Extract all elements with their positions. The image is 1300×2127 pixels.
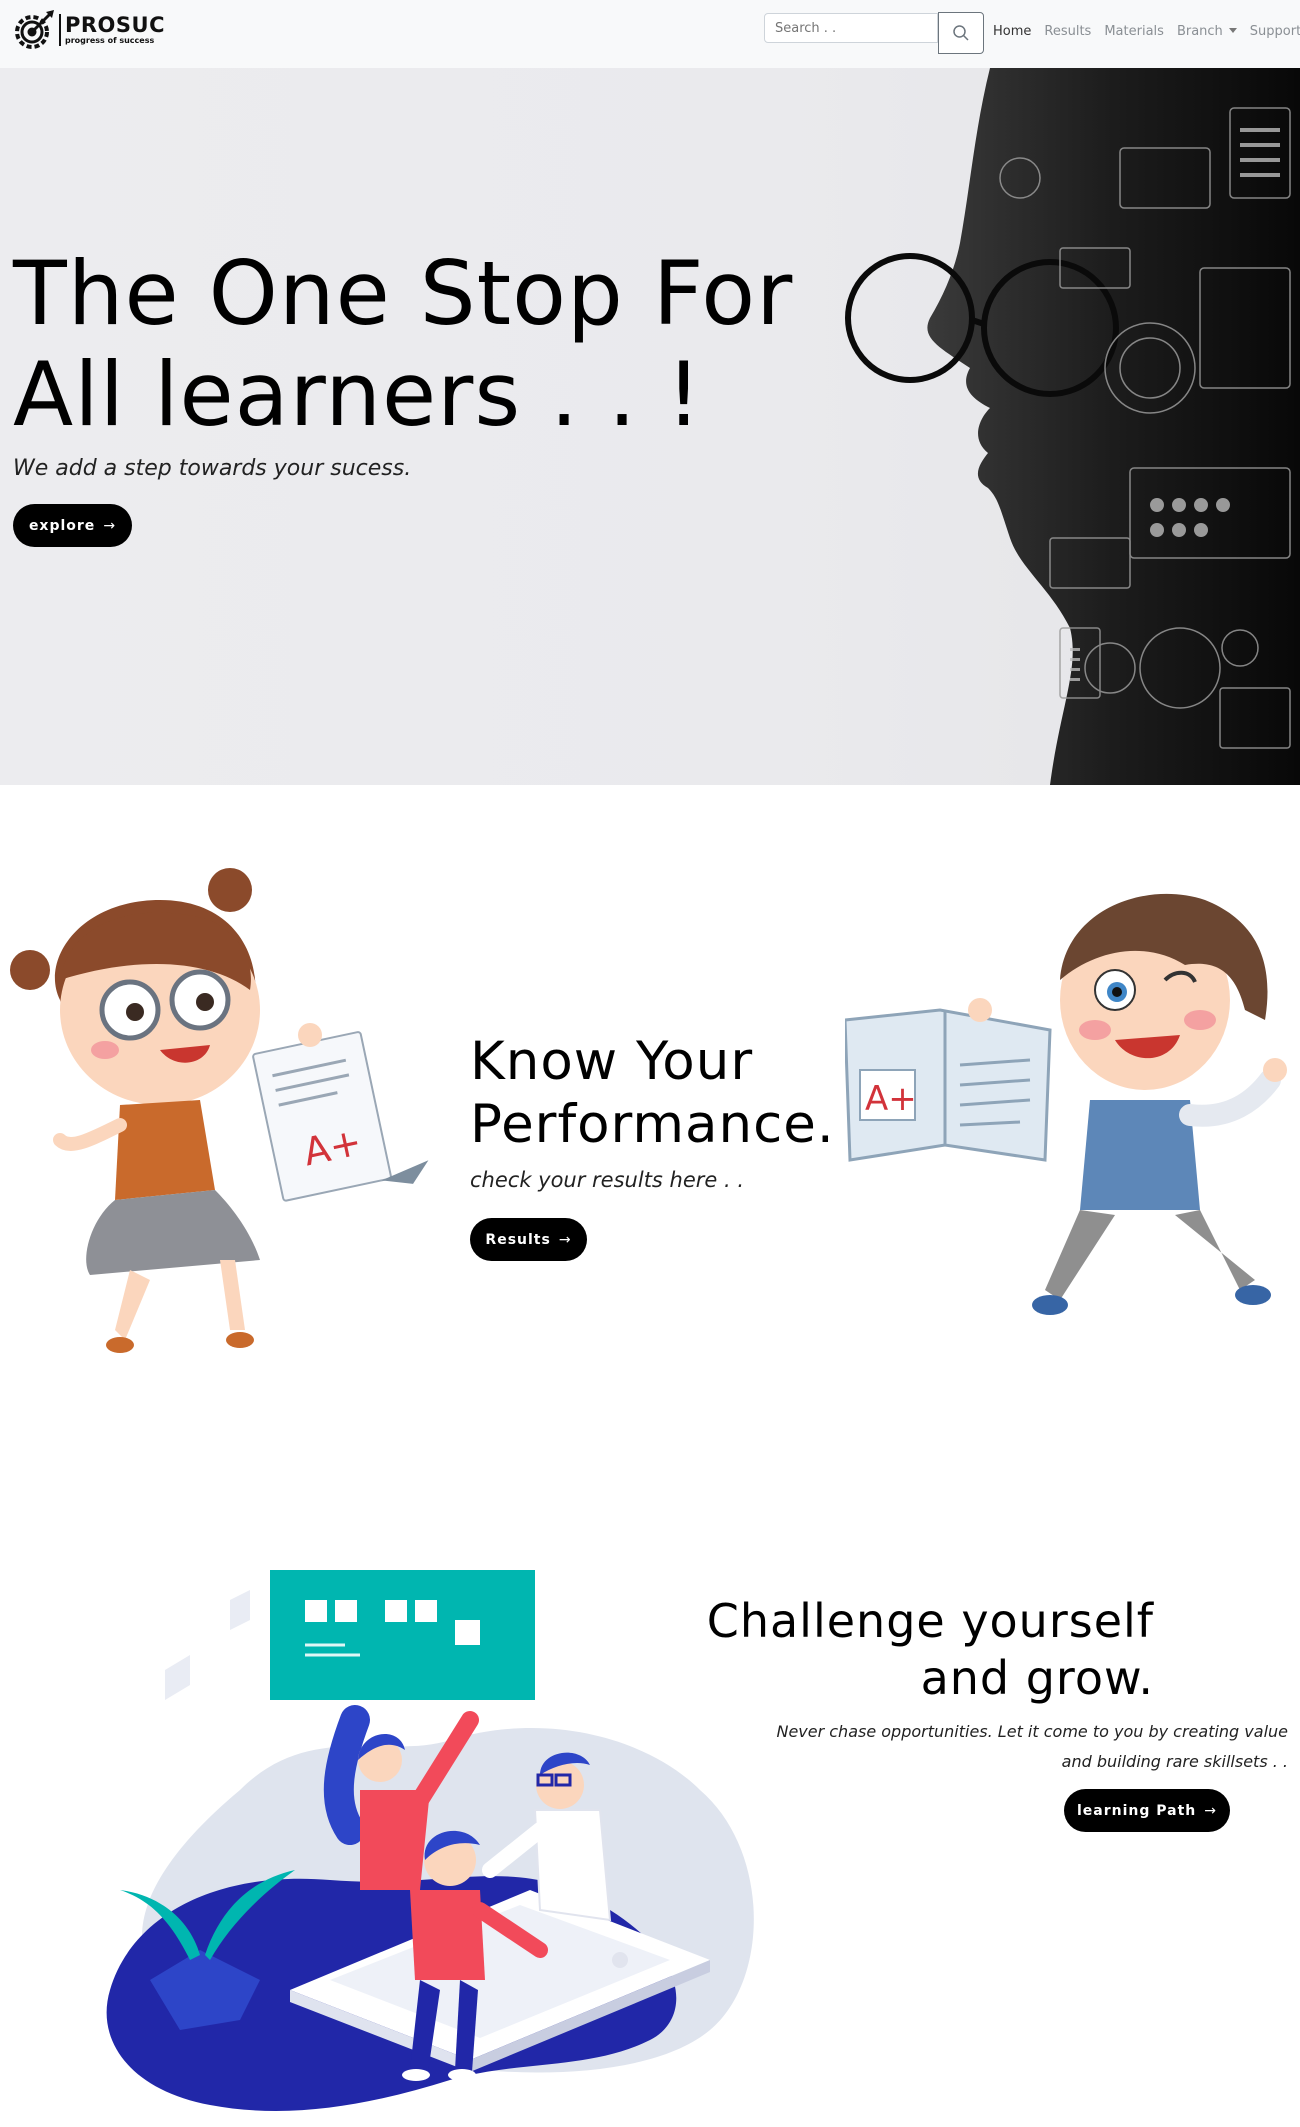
performance-subtitle: check your results here . . — [470, 1168, 745, 1192]
arrow-right-icon: → — [1204, 1802, 1217, 1819]
challenge-subtitle-line2: and building rare skillsets . . — [1061, 1752, 1288, 1771]
performance-title-line2: Performance. — [470, 1094, 835, 1155]
arrow-right-icon: → — [103, 517, 117, 534]
book-grade-text: A+ — [865, 1079, 917, 1119]
caret-down-icon — [1228, 28, 1237, 33]
performance-title-line1: Know Your — [470, 1031, 754, 1092]
results-button[interactable]: Results → — [470, 1218, 587, 1261]
explore-button[interactable]: explore → — [13, 504, 132, 547]
boy-with-book-illustration: A+ — [845, 893, 1287, 1315]
hero-title-line1: The One Stop For — [13, 242, 794, 345]
search-form — [764, 12, 984, 54]
hero-section: The One Stop For All learners . . ! We ad… — [0, 68, 1300, 785]
challenge-subtitle-line1: Never chase opportunities. Let it come t… — [776, 1722, 1288, 1741]
girl-with-paper-illustration: A+ — [10, 868, 429, 1353]
brand-logo[interactable]: PROSUC progress of success — [12, 8, 165, 52]
navbar: PROSUC progress of success Home Results … — [0, 0, 1300, 68]
search-icon — [953, 25, 969, 41]
challenge-title: Challenge yourself and grow. — [707, 1593, 1154, 1707]
arrow-right-icon: → — [558, 1231, 572, 1248]
target-gear-icon — [15, 10, 54, 49]
nav-materials[interactable]: Materials — [1104, 24, 1164, 39]
hero-title-line2: All learners . . ! — [13, 343, 703, 446]
challenge-subtitle: Never chase opportunities. Let it come t… — [748, 1717, 1288, 1777]
nav-branch-label: Branch — [1176, 24, 1223, 39]
nav-branch-dropdown[interactable]: Branch — [1177, 24, 1237, 39]
nav-results[interactable]: Results — [1044, 24, 1091, 39]
nav-support[interactable]: Support — [1250, 24, 1300, 39]
hero-subtitle: We add a step towards your sucess. — [13, 456, 412, 481]
search-input[interactable] — [764, 13, 938, 43]
nav-links: Home Results Materials Branch Support — [993, 24, 1300, 39]
search-button[interactable] — [938, 12, 984, 54]
learning-path-button-label: learning Path — [1077, 1802, 1197, 1819]
brand-tagline: progress of success — [65, 36, 155, 45]
nav-home[interactable]: Home — [993, 24, 1031, 39]
hero-face-image — [845, 68, 1300, 785]
results-button-label: Results — [485, 1231, 551, 1248]
explore-button-label: explore — [28, 517, 96, 534]
performance-title: Know Your Performance. — [470, 1030, 835, 1156]
challenge-title-line2: and grow. — [920, 1651, 1154, 1705]
brand-text: PROSUC progress of success — [59, 14, 165, 46]
brand-name: PROSUC — [65, 13, 166, 37]
challenge-title-line1: Challenge yourself — [706, 1594, 1154, 1648]
hero-title: The One Stop For All learners . . ! — [13, 243, 793, 445]
learning-path-button[interactable]: learning Path → — [1064, 1789, 1230, 1832]
